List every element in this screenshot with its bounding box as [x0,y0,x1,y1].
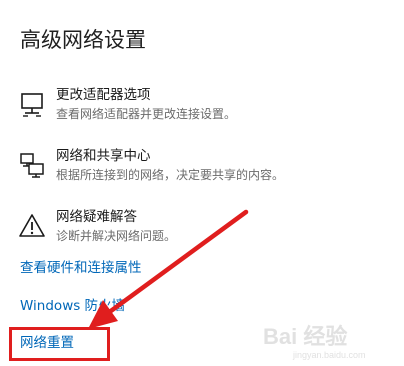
option-label: 网络和共享中心 [56,148,151,164]
option-description: 查看网络适配器并更改连接设置。 [56,107,237,121]
warning-icon [18,212,46,240]
option-label: 网络疑难解答 [56,209,137,225]
option-description: 根据所连接到的网络，决定要共享的内容。 [56,168,285,182]
windows-firewall-link[interactable]: Windows 防火墙 [20,297,125,315]
watermark-url: jingyan.baidu.com [292,350,366,360]
option-change-adapter[interactable]: 更改适配器选项 查看网络适配器并更改连接设置。 [18,86,388,130]
option-sharing-center[interactable]: 网络和共享中心 根据所连接到的网络，决定要共享的内容。 [18,147,388,191]
option-label: 更改适配器选项 [56,87,151,103]
option-description: 诊断并解决网络问题。 [56,229,177,243]
baidu-watermark-icon: Bai 经验 jingyan.baidu.com [263,324,366,360]
network-reset-link[interactable]: 网络重置 [20,334,74,352]
hardware-properties-link[interactable]: 查看硬件和连接属性 [20,259,142,277]
advanced-network-settings-page: 高级网络设置 更改适配器选项 查看网络适配器并更改连接设置。 网络和共享中心 根… [0,0,404,366]
monitor-network-icon [18,90,46,118]
watermark-text: Bai 经验 [263,324,347,349]
option-troubleshoot[interactable]: 网络疑难解答 诊断并解决网络问题。 [18,208,388,252]
page-title: 高级网络设置 [20,28,146,52]
sharing-center-icon [18,151,46,179]
